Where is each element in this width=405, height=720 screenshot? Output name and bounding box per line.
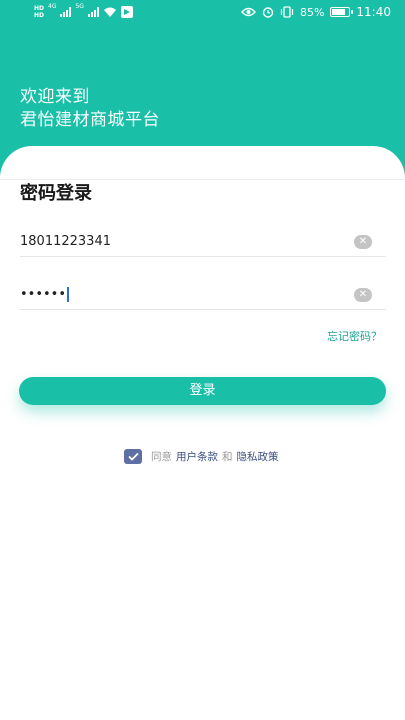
eye-icon <box>240 7 256 17</box>
text-cursor <box>67 287 69 302</box>
agree-conjunction: 和 <box>222 450 233 463</box>
welcome-text: 欢迎来到 君怡建材商城平台 <box>20 86 160 132</box>
password-mask: •••••• <box>20 287 67 302</box>
battery-icon <box>330 7 354 17</box>
privacy-link[interactable]: 隐私政策 <box>237 449 279 464</box>
network-type-1: 4G <box>48 3 57 10</box>
phone-input[interactable]: 18011223341 <box>20 234 354 249</box>
welcome-line-2: 君怡建材商城平台 <box>20 110 160 130</box>
status-right: 85% 11:40 <box>240 2 391 22</box>
check-icon <box>127 452 139 461</box>
forgot-password-link[interactable]: 忘记密码？ <box>327 328 382 344</box>
terms-link[interactable]: 用户条款 <box>176 449 218 464</box>
hd-label-bottom: HD <box>34 12 45 19</box>
welcome-line-1: 欢迎来到 <box>20 87 90 107</box>
hd-indicator: HD HD <box>34 5 44 19</box>
agree-prefix: 同意 <box>151 450 172 463</box>
battery-percent: 85% <box>299 5 325 19</box>
signal-icon <box>60 7 72 17</box>
alarm-icon <box>262 7 274 18</box>
status-left: HD HD 4G 5G <box>34 2 133 22</box>
network-type-2: 5G <box>75 3 84 10</box>
agreement-row: 同意 用户条款 和 隐私政策 <box>124 447 279 465</box>
battery-fill <box>332 9 346 15</box>
agreement-checkbox[interactable] <box>124 448 142 464</box>
clock: 11:40 <box>356 5 391 19</box>
clear-password-icon[interactable]: ✕ <box>354 287 372 302</box>
app-notification-icon <box>120 6 133 18</box>
clear-phone-icon[interactable]: ✕ <box>354 234 372 249</box>
password-input[interactable]: •••••• <box>20 287 354 302</box>
signal-icon-2 <box>87 7 99 17</box>
password-field[interactable]: •••••• ✕ <box>20 280 386 310</box>
hd-label-top: HD <box>34 5 45 12</box>
status-bar: HD HD 4G 5G 85% 11:40 <box>0 0 405 24</box>
page-title: 密码登录 <box>20 183 92 204</box>
wifi-icon <box>103 7 116 17</box>
phone-field[interactable]: 18011223341 ✕ <box>20 227 386 257</box>
login-button[interactable]: 登录 <box>19 377 386 405</box>
vibrate-icon <box>280 6 294 18</box>
